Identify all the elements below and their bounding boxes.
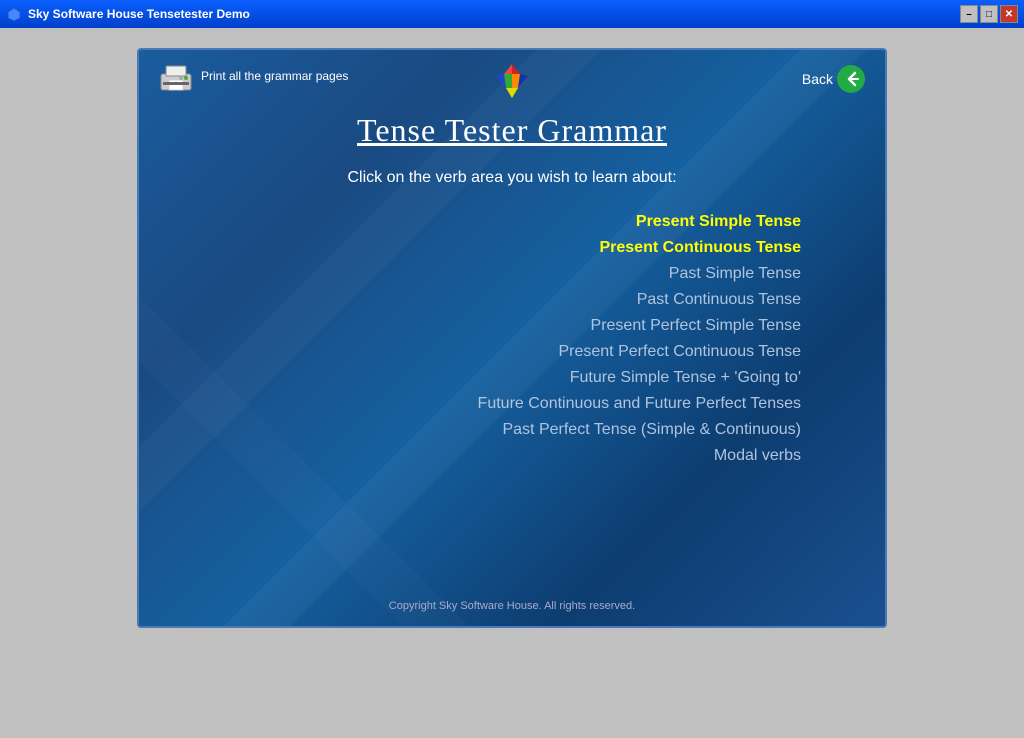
content-area: Print all the grammar pages	[0, 28, 1024, 738]
menu-item-5[interactable]: Present Perfect Continuous Tense	[554, 341, 805, 363]
close-button[interactable]: ✕	[1000, 5, 1018, 23]
main-panel: Print all the grammar pages	[137, 48, 887, 628]
menu-item-6[interactable]: Future Simple Tense + 'Going to'	[566, 367, 805, 389]
minimize-button[interactable]: –	[960, 5, 978, 23]
logo	[492, 60, 532, 100]
menu-item-3[interactable]: Past Continuous Tense	[633, 289, 805, 311]
menu-item-1[interactable]: Present Continuous Tense	[595, 237, 805, 259]
window-title: Sky Software House Tensetester Demo	[28, 7, 960, 21]
menu-item-8[interactable]: Past Perfect Tense (Simple & Continuous)	[498, 419, 805, 441]
main-title: Tense Tester Grammar	[179, 112, 845, 149]
menu-item-0[interactable]: Present Simple Tense	[632, 211, 805, 233]
panel-top-bar: Print all the grammar pages	[139, 50, 885, 102]
print-label: Print all the grammar pages	[201, 69, 348, 83]
window-controls: – □ ✕	[960, 5, 1018, 23]
app-icon	[6, 6, 22, 22]
print-button[interactable]: Print all the grammar pages	[159, 62, 348, 90]
printer-icon	[159, 62, 191, 90]
panel-content: Tense Tester Grammar Click on the verb a…	[139, 102, 885, 487]
subtitle: Click on the verb area you wish to learn…	[179, 169, 845, 187]
menu-item-9[interactable]: Modal verbs	[710, 445, 805, 467]
menu-item-4[interactable]: Present Perfect Simple Tense	[587, 315, 805, 337]
back-label: Back	[802, 71, 833, 87]
back-arrow-icon	[837, 65, 865, 93]
copyright-text: Copyright Sky Software House. All rights…	[139, 600, 885, 612]
maximize-button[interactable]: □	[980, 5, 998, 23]
title-bar: Sky Software House Tensetester Demo – □ …	[0, 0, 1024, 28]
menu-item-2[interactable]: Past Simple Tense	[665, 263, 805, 285]
menu-list: Present Simple Tense Present Continuous T…	[179, 211, 845, 467]
menu-item-7[interactable]: Future Continuous and Future Perfect Ten…	[474, 393, 805, 415]
back-button[interactable]: Back	[802, 65, 865, 93]
